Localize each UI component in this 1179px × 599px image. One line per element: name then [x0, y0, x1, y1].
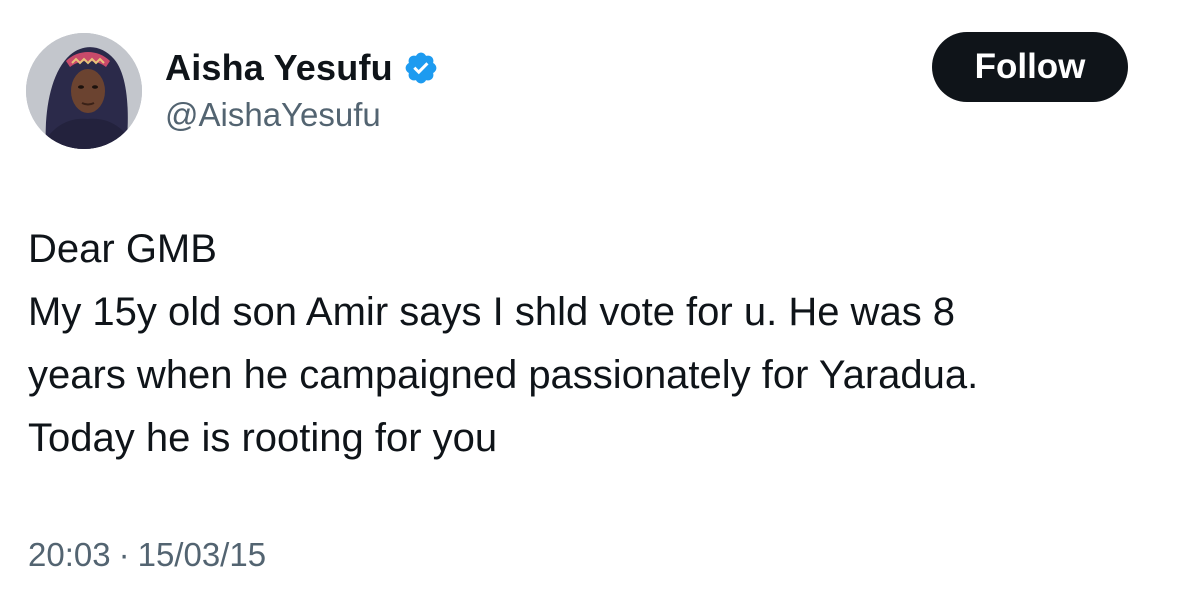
tweet-text-line: Dear GMB: [28, 227, 217, 271]
separator-dot: ·: [118, 536, 130, 573]
tweet-timestamp: 20:03 · 15/03/15: [28, 536, 266, 574]
user-identity: Aisha Yesufu @AishaYesufu: [165, 44, 439, 134]
tweet-date-link[interactable]: 15/03/15: [138, 536, 266, 574]
user-handle[interactable]: @AishaYesufu: [165, 96, 439, 134]
tweet-time-link[interactable]: 20:03: [28, 536, 111, 574]
tweet-card: Aisha Yesufu @AishaYesufu Follow Dear GM…: [0, 0, 1179, 599]
avatar-image: [26, 33, 142, 149]
tweet-text-line: Today he is rooting for you: [28, 416, 498, 460]
tweet-text-line: years when he campaigned passionately fo…: [28, 353, 979, 397]
verified-badge-icon: [403, 50, 439, 86]
tweet-text: Dear GMB My 15y old son Amir says I shld…: [28, 218, 1148, 470]
tweet-text-line: My 15y old son Amir says I shld vote for…: [28, 290, 956, 334]
name-row: Aisha Yesufu: [165, 44, 439, 92]
avatar[interactable]: [26, 33, 142, 149]
display-name[interactable]: Aisha Yesufu: [165, 47, 393, 89]
follow-button[interactable]: Follow: [932, 32, 1128, 102]
